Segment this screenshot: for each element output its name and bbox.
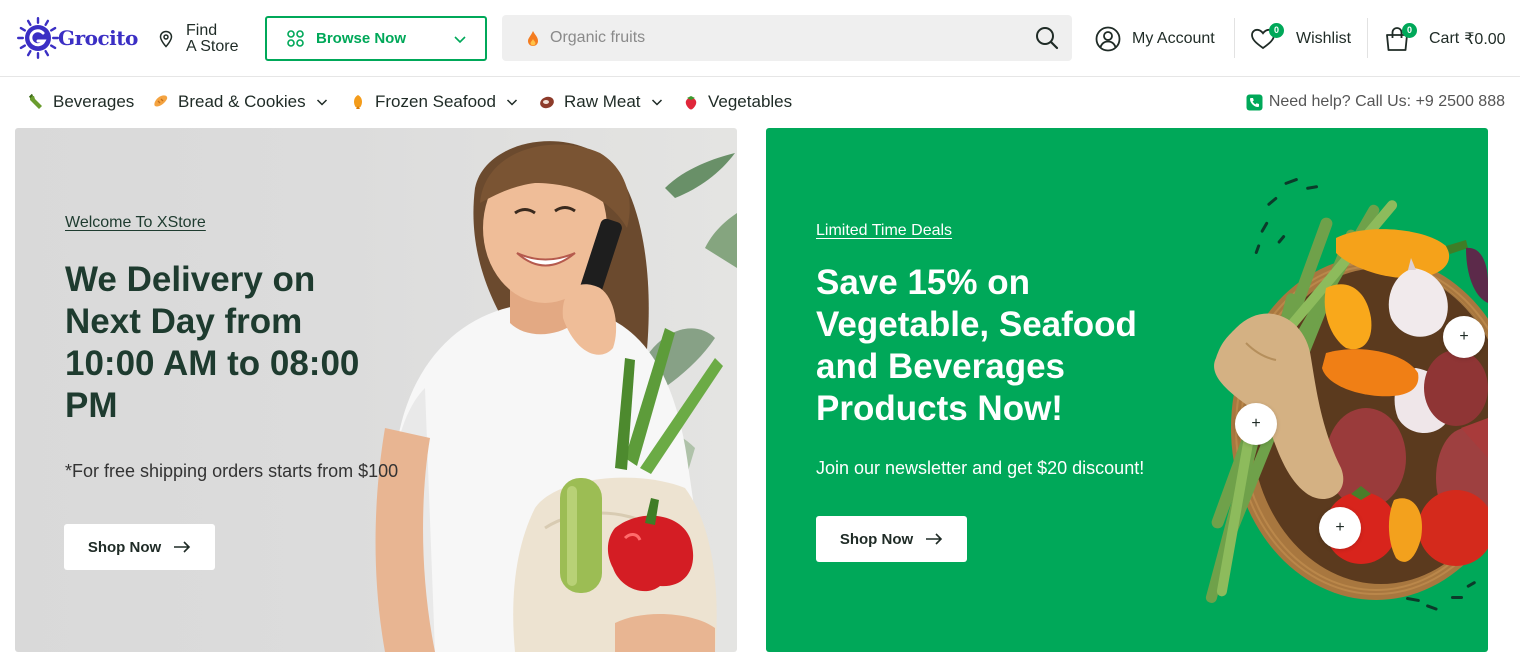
sun-logo-icon — [17, 17, 59, 59]
shop-now-label: Shop Now — [839, 530, 914, 548]
free-shipping-note: *For free shipping orders starts from $1… — [65, 461, 399, 481]
find-store-line1: Find — [186, 22, 218, 39]
site-header: Grocito Find A Store Browse Now Organic … — [0, 0, 1520, 77]
nav-item-label: Vegetables — [708, 92, 793, 111]
product-hotspot-button[interactable]: + — [1443, 316, 1485, 358]
location-pin-icon — [159, 30, 173, 48]
cart-total: ₹0.00 — [1464, 31, 1506, 48]
newsletter-discount-note: Join our newsletter and get $20 discount… — [816, 458, 1145, 478]
chevron-down-icon — [506, 99, 517, 106]
headline-line: Next Day from — [65, 302, 303, 341]
my-account-link[interactable]: My Account — [1095, 22, 1215, 56]
logo-wordmark: Grocito — [58, 26, 138, 50]
nav-item-label: Raw Meat — [564, 92, 641, 111]
hero-banner-deals[interactable]: Limited Time Deals Save 15% on Vegetable… — [766, 128, 1488, 652]
meat-icon — [540, 96, 554, 109]
shop-now-button[interactable]: Shop Now — [64, 524, 215, 570]
headline-line: We Delivery on — [65, 260, 316, 299]
chevron-down-icon — [316, 99, 327, 106]
search-bar — [502, 15, 1072, 61]
nav-item-vegetables[interactable]: Vegetables — [682, 90, 792, 114]
nav-item-bread-cookies[interactable]: Bread & Cookies — [152, 90, 328, 114]
nav-item-label: Beverages — [53, 92, 135, 111]
cart-count-badge: 0 — [1402, 23, 1417, 38]
search-icon[interactable] — [1034, 25, 1060, 51]
nav-item-label: Bread & Cookies — [178, 92, 306, 111]
headline-line: Save 15% on — [816, 263, 1030, 302]
search-input[interactable] — [550, 15, 1034, 61]
wishlist-count-badge: 0 — [1269, 23, 1284, 38]
hero-banner-delivery[interactable]: Welcome To XStore We Delivery on Next Da… — [15, 128, 737, 652]
cart-label: Cart — [1429, 30, 1460, 47]
wishlist-link[interactable]: 0 Wishlist — [1250, 22, 1351, 56]
bottle-icon — [28, 93, 42, 109]
delivery-headline: We Delivery on Next Day from 10:00 AM to… — [65, 259, 425, 427]
phone-icon — [1246, 94, 1263, 110]
help-contact[interactable]: Need help? Call Us: +9 2500 888 — [1246, 90, 1505, 114]
headline-line: Vegetable, Seafood — [816, 305, 1137, 344]
headline-line: and Beverages — [816, 347, 1066, 386]
nav-item-frozen-seafood[interactable]: Frozen Seafood — [349, 90, 518, 114]
headline-line: 10:00 AM to 08:00 — [65, 344, 360, 383]
flame-icon — [528, 30, 538, 46]
cart-link[interactable]: 0 Cart ₹0.00 — [1384, 22, 1506, 56]
my-account-label: My Account — [1132, 30, 1215, 47]
browse-now-dropdown[interactable]: Browse Now — [265, 16, 487, 61]
header-divider — [1234, 18, 1235, 58]
product-hotspot-button[interactable]: + — [1319, 507, 1361, 549]
shop-now-button[interactable]: Shop Now — [816, 516, 967, 562]
deals-headline: Save 15% on Vegetable, Seafood and Bever… — [816, 262, 1186, 430]
welcome-link[interactable]: Welcome To XStore — [65, 214, 206, 232]
seafood-icon — [354, 95, 362, 109]
arrow-right-icon — [174, 541, 191, 553]
shop-now-label: Shop Now — [87, 538, 162, 556]
strawberry-icon — [685, 96, 697, 110]
headline-line: Products Now! — [816, 389, 1063, 428]
headline-line: PM — [65, 386, 118, 425]
chevron-down-icon — [454, 35, 466, 43]
nav-item-beverages[interactable]: Beverages — [27, 90, 134, 114]
help-text: Need help? Call Us: +9 2500 888 — [1268, 93, 1505, 110]
nav-item-label: Frozen Seafood — [375, 92, 496, 111]
category-nav: Beverages Bread & Cookies Frozen Seafood… — [0, 78, 1520, 126]
limited-time-deals-link[interactable]: Limited Time Deals — [816, 222, 952, 240]
user-icon — [1095, 26, 1121, 52]
wishlist-label: Wishlist — [1296, 30, 1352, 47]
browse-now-label: Browse Now — [316, 30, 407, 47]
chevron-down-icon — [651, 99, 662, 106]
nav-item-raw-meat[interactable]: Raw Meat — [538, 90, 663, 114]
find-store-line2: A Store — [186, 38, 239, 55]
arrow-right-icon — [926, 533, 943, 545]
find-store-link[interactable]: Find A Store — [158, 22, 238, 56]
site-logo[interactable]: Grocito — [15, 15, 138, 61]
product-hotspot-button[interactable]: + — [1235, 403, 1277, 445]
grid-icon — [287, 30, 304, 47]
bread-icon — [154, 95, 168, 107]
header-divider — [1367, 18, 1368, 58]
